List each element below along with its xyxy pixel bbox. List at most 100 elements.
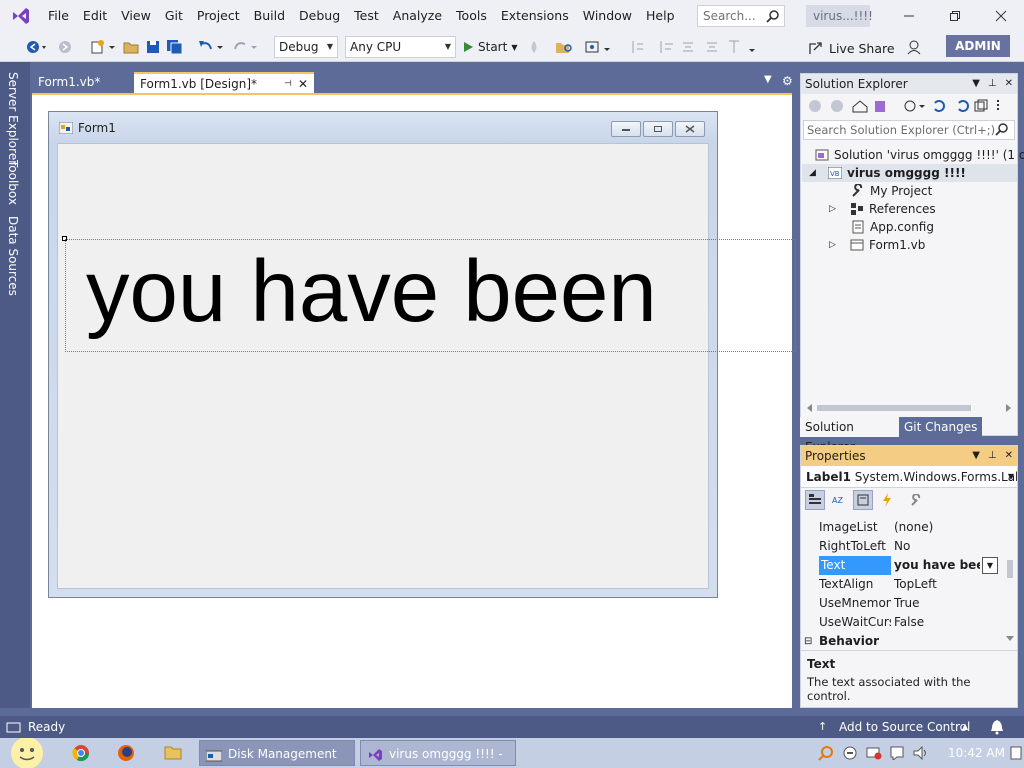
collapse-icon[interactable]: ⊟ [804, 632, 812, 651]
align-icons[interactable] [629, 39, 757, 55]
restore-button[interactable] [932, 0, 978, 32]
tray-volume-icon[interactable] [913, 745, 929, 763]
panel-menu-icon[interactable]: ▼ [972, 446, 980, 466]
tray-action-center-icon[interactable] [890, 746, 904, 763]
category-behavior[interactable]: ⊟ Behavior [801, 632, 1007, 651]
tree-item-form1[interactable]: ▷ Form1.vb [829, 236, 925, 254]
tab-toolbox[interactable]: Toolbox [6, 160, 20, 205]
taskbar-item-visual-studio[interactable]: virus omgggg !!!! - M... [360, 740, 516, 766]
solution-name-badge[interactable]: virus...!!!! [806, 5, 873, 27]
close-tab-icon[interactable]: ✕ [298, 74, 308, 95]
label1-control[interactable]: you have been [65, 239, 796, 352]
properties-view-icon[interactable] [853, 490, 873, 510]
menu-build[interactable]: Build [247, 0, 292, 32]
object-selector[interactable]: Label1 System.Windows.Forms.Labe ▼ [801, 466, 1017, 488]
pin-icon[interactable]: ⊣ [284, 74, 292, 95]
menu-edit[interactable]: Edit [76, 0, 114, 32]
tray-status-icon[interactable] [843, 746, 857, 763]
menu-file[interactable]: File [41, 0, 76, 32]
form-maximize-icon[interactable] [643, 121, 673, 137]
menu-window[interactable]: Window [576, 0, 639, 32]
menu-analyze[interactable]: Analyze [386, 0, 449, 32]
horizontal-scrollbar[interactable] [801, 400, 1017, 416]
find-in-files-icon[interactable] [554, 37, 574, 57]
configuration-dropdown[interactable]: Debug ▼ [274, 36, 338, 58]
close-icon[interactable]: ✕ [1005, 74, 1013, 94]
undo-icon[interactable] [196, 37, 226, 57]
search-input[interactable]: Search... [697, 5, 785, 27]
taskbar-item-disk-management[interactable]: Disk Management [199, 740, 355, 766]
tree-item-app-config[interactable]: App.config [851, 218, 934, 236]
menu-git[interactable]: Git [158, 0, 190, 32]
tab-form1-vb[interactable]: Form1.vb* [32, 72, 134, 93]
tab-overflow-icon[interactable]: ▼ [764, 74, 772, 85]
save-icon[interactable] [144, 37, 162, 57]
hot-reload-icon[interactable] [526, 37, 542, 57]
alphabetical-icon[interactable]: AZ [829, 490, 849, 510]
start-button[interactable]: Start ▼ [462, 37, 517, 57]
property-row-righttoleft[interactable]: RightToLeft No [801, 537, 1007, 556]
se-toolbar-icons[interactable] [807, 98, 1007, 114]
pin-icon[interactable]: ⊥ [988, 446, 997, 466]
navigate-back-icon[interactable] [24, 37, 50, 57]
navigate-forward-icon[interactable] [56, 37, 74, 57]
clock[interactable]: 10:42 AM [948, 738, 1005, 768]
tree-item-references[interactable]: ▷ References [829, 200, 936, 218]
form-minimize-icon[interactable] [611, 121, 641, 137]
form-client-area[interactable] [57, 143, 709, 589]
vertical-scrollbar[interactable] [1004, 518, 1016, 646]
menu-project[interactable]: Project [190, 0, 247, 32]
minimize-button[interactable] [886, 0, 932, 32]
property-row-usewaitcursor[interactable]: UseWaitCurs False [801, 613, 1007, 632]
tray-search-icon[interactable] [818, 745, 834, 764]
firefox-icon[interactable] [117, 744, 135, 765]
collapsed-arrow-icon[interactable]: ▷ [829, 200, 845, 218]
menu-test[interactable]: Test [347, 0, 386, 32]
form-close-icon[interactable] [675, 121, 705, 137]
show-desktop-icon[interactable] [1010, 746, 1022, 763]
tab-data-sources[interactable]: Data Sources [6, 216, 20, 296]
form1-window[interactable]: Form1 [48, 111, 718, 598]
open-file-icon[interactable] [122, 37, 140, 57]
menu-tools[interactable]: Tools [449, 0, 494, 32]
save-all-icon[interactable] [166, 37, 184, 57]
tree-item-project[interactable]: ◢ VB virus omgggg !!!! [809, 164, 966, 182]
events-lightning-icon[interactable] [877, 490, 897, 510]
menu-view[interactable]: View [114, 0, 158, 32]
file-explorer-icon[interactable] [164, 744, 182, 763]
property-row-imagelist[interactable]: ImageList (none) [801, 518, 1007, 537]
menu-extensions[interactable]: Extensions [494, 0, 576, 32]
tab-form1-design[interactable]: Form1.vb [Design]* ⊣ ✕ [134, 72, 314, 93]
property-pages-wrench-icon[interactable] [907, 490, 927, 510]
account-button[interactable]: ADMIN [946, 35, 1010, 57]
add-to-source-control-button[interactable]: Add to Source Control [839, 716, 970, 738]
tab-git-changes[interactable]: Git Changes [899, 417, 983, 437]
tab-server-explorer[interactable]: Server Explorer [6, 72, 20, 165]
menu-help[interactable]: Help [639, 0, 682, 32]
close-button[interactable] [978, 0, 1024, 32]
tree-item-solution[interactable]: Solution 'virus omgggg !!!!' (1 of 1 [815, 146, 1024, 164]
chevron-down-icon[interactable]: ▼ [982, 557, 998, 574]
live-share-button[interactable]: Live Share [808, 37, 895, 59]
menu-debug[interactable]: Debug [292, 0, 347, 32]
close-icon[interactable]: ✕ [1005, 446, 1013, 466]
settings-gear-icon[interactable]: ⚙ [782, 74, 793, 88]
property-row-textalign[interactable]: TextAlign TopLeft [801, 575, 1007, 594]
chrome-icon[interactable] [72, 744, 90, 765]
pin-icon[interactable]: ⊥ [988, 74, 997, 94]
solution-search-input[interactable]: Search Solution Explorer (Ctrl+;) [803, 120, 1015, 140]
categorized-icon[interactable] [805, 490, 825, 510]
chevron-up-icon[interactable]: ▲ [962, 716, 968, 738]
screenshot-icon[interactable] [582, 37, 616, 57]
text-value-field[interactable]: you have been l [894, 556, 980, 575]
tree-item-my-project[interactable]: My Project [851, 182, 932, 200]
tab-solution-explorer[interactable]: Solution Explorer [800, 417, 899, 454]
new-project-icon[interactable] [88, 37, 118, 57]
form-designer-surface[interactable]: Form1 you have been [32, 93, 796, 708]
tray-network-icon[interactable] [866, 746, 882, 763]
expanded-arrow-icon[interactable]: ◢ [809, 164, 823, 182]
start-orb-icon[interactable] [6, 737, 50, 768]
property-row-text[interactable]: Text you have been l ▼ [801, 556, 1007, 575]
redo-icon[interactable] [230, 37, 260, 57]
platform-dropdown[interactable]: Any CPU ▼ [345, 36, 456, 58]
